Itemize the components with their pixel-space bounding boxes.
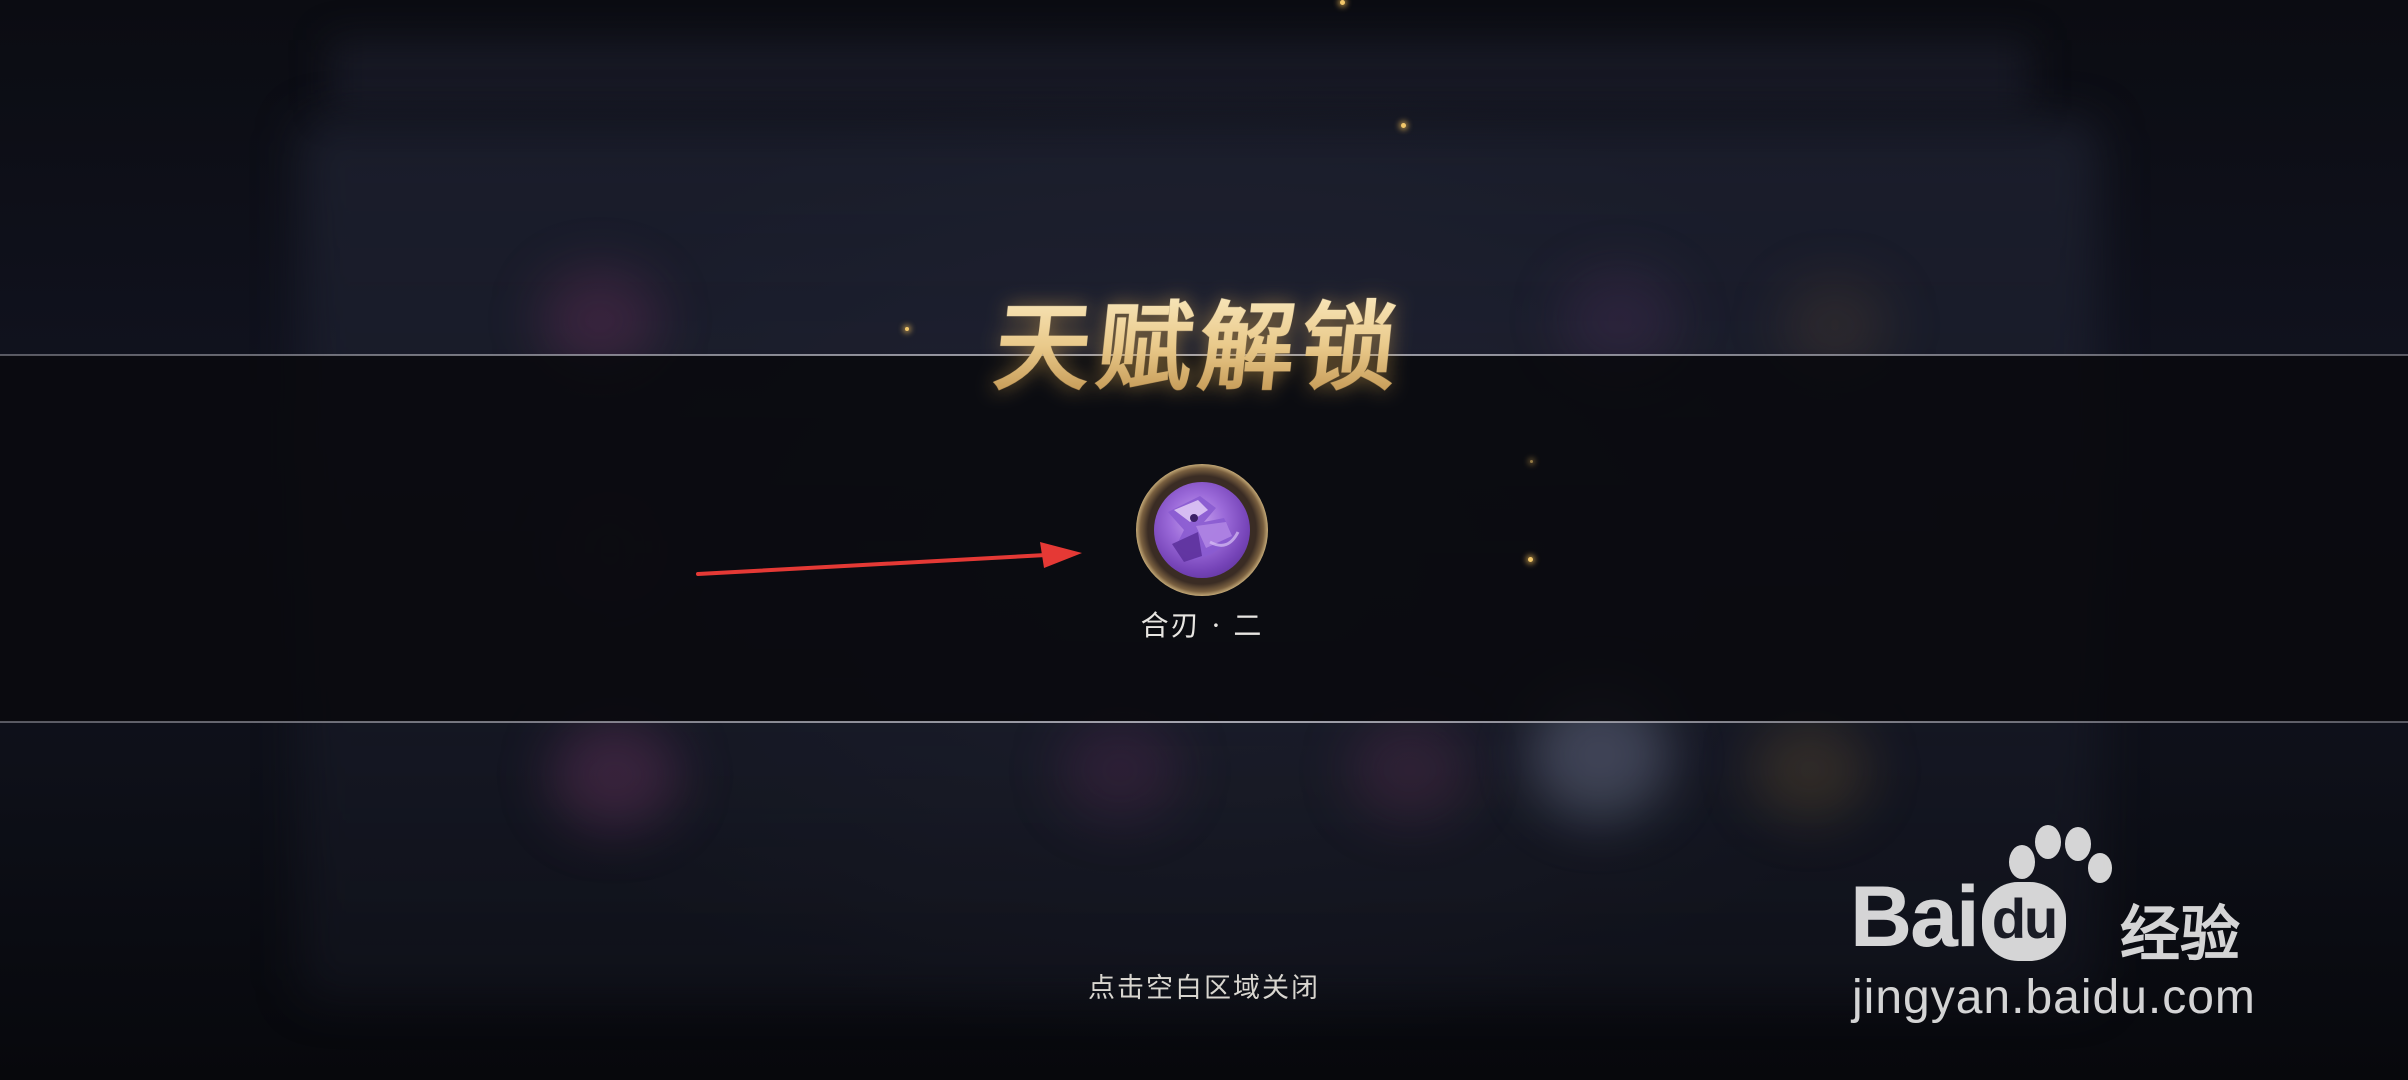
background-topbar-blurred [330, 40, 2030, 110]
background-glow [1060, 720, 1180, 820]
sparkle [1530, 460, 1533, 463]
watermark-url: jingyan.baidu.com [1852, 971, 2256, 1024]
talent-blade-icon[interactable] [1136, 464, 1268, 596]
sparkle [1401, 123, 1406, 128]
talent-icon-art [1154, 482, 1250, 578]
baidu-jingyan-watermark: Bai du 经验 jingyan.baidu.com [1840, 820, 2300, 1030]
band-bottom-divider [0, 721, 2408, 723]
background-glow [1750, 720, 1870, 820]
close-hint-text: 点击空白区域关闭 [1088, 973, 1320, 1004]
popup-title: 天赋解锁 [953, 270, 1448, 409]
sparkle [1528, 557, 1533, 562]
background-glow [1350, 720, 1470, 820]
baidu-logo-prefix: Bai [1850, 869, 1980, 965]
talent-name-label: 合刃 · 二 [1140, 609, 1264, 642]
sparkle [905, 327, 909, 331]
baidu-logo-du: du [1981, 882, 2067, 961]
background-glow [550, 720, 680, 830]
jingyan-label: 经验 [2120, 900, 2240, 970]
talent-unlock-screen: 天赋解锁 合刃 · 二 点击空白区域关闭 Bai du 经验 jingyan.b… [0, 0, 2408, 1080]
baidu-logo-text: Bai du [1850, 868, 2070, 967]
sparkle [1340, 0, 1345, 5]
red-arrow-icon [696, 542, 1082, 576]
